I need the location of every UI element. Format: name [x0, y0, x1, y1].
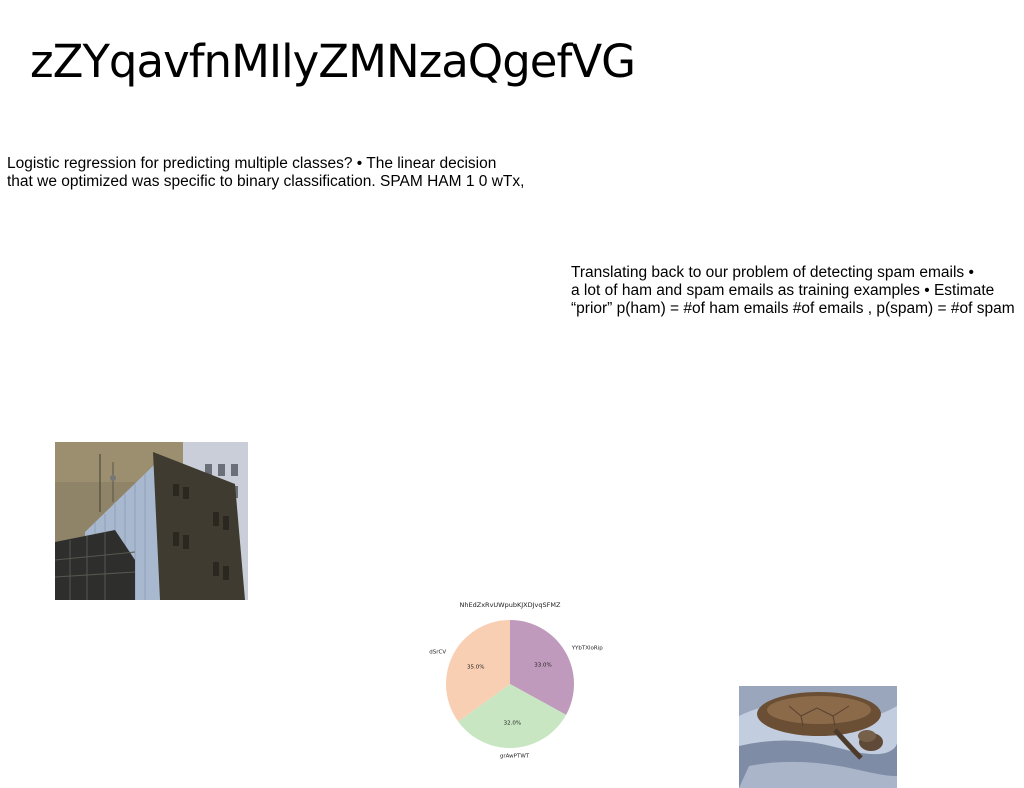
pie-slice-percent-label: 32.0% [504, 720, 521, 726]
paragraph-line: a lot of ham and spam emails as training… [571, 282, 995, 299]
building-photo [55, 442, 248, 600]
paragraph-line: Translating back to our problem of detec… [571, 264, 974, 281]
pie-slice-category-label: YYbTXloRip [571, 646, 604, 652]
pie-slice-category-label: grAwPTWT [500, 754, 530, 760]
paragraph-spam-detection: Translating back to our problem of detec… [571, 264, 1024, 318]
chart-title: NhEdZxRvUWpubKJXDJvqSFMZ [460, 601, 561, 609]
sea-turtle-photo [739, 686, 897, 788]
paragraph-logistic-regression: Logistic regression for predicting multi… [7, 155, 524, 191]
paragraph-line: “prior” p(ham) = #of ham emails #of emai… [571, 300, 1015, 317]
slide-title: zZYqavfnMIlyZMNzaQgefVG [30, 35, 636, 88]
pie-slice-percent-label: 35.0% [467, 665, 484, 671]
pie-slice-category-label: dSrCV [429, 649, 446, 655]
paragraph-line: Logistic regression for predicting multi… [7, 155, 497, 172]
pie-slice-percent-label: 33.0% [534, 662, 551, 668]
pie-chart: NhEdZxRvUWpubKJXDJvqSFMZ 33.0% YYbTXloRip… [420, 596, 620, 772]
paragraph-line: that we optimized was specific to binary… [7, 173, 525, 190]
